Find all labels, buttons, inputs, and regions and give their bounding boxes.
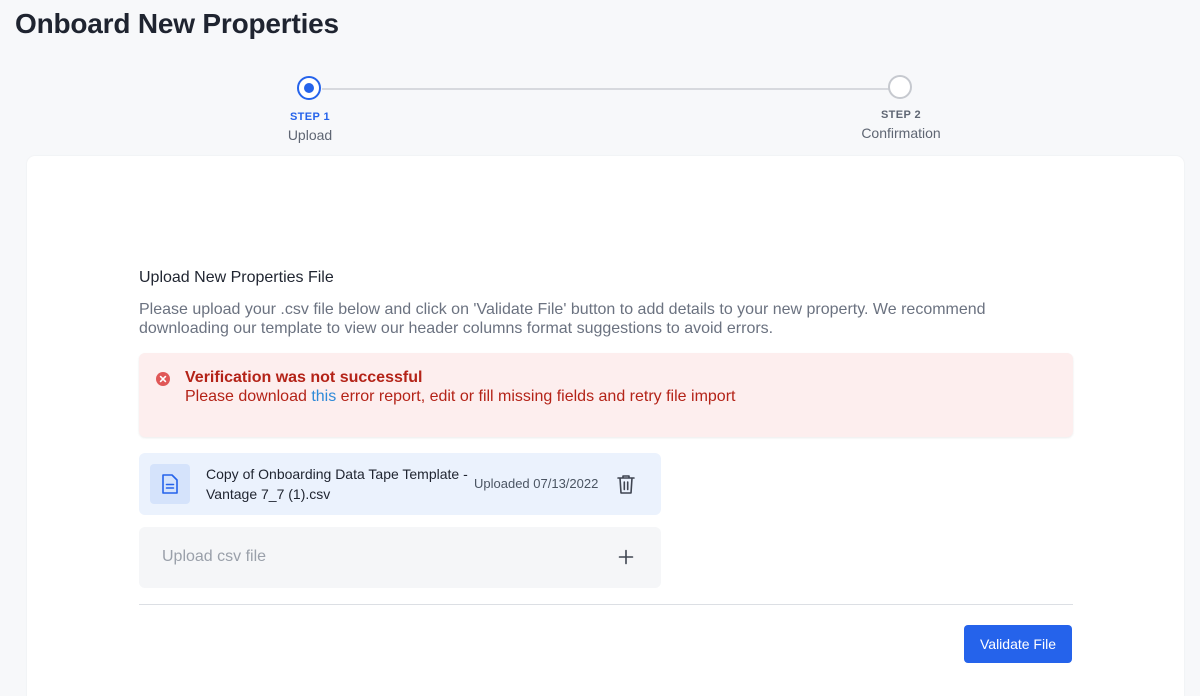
error-report-link[interactable]: this bbox=[311, 388, 336, 405]
alert-message: Please download this error report, edit … bbox=[185, 388, 735, 406]
step-1-label: STEP 1 bbox=[289, 111, 331, 123]
upload-csv-placeholder: Upload csv file bbox=[162, 548, 267, 565]
document-icon bbox=[150, 464, 190, 504]
alert-message-prefix: Please download bbox=[185, 388, 312, 405]
stepper: STEP 1 Upload STEP 2 Confirmation bbox=[0, 0, 1200, 150]
step-1-name: Upload bbox=[287, 127, 333, 143]
section-divider bbox=[139, 604, 1073, 605]
step-2-indicator[interactable] bbox=[888, 75, 912, 99]
step-1-indicator[interactable] bbox=[297, 76, 321, 100]
uploaded-file-item: Copy of Onboarding Data Tape Template - … bbox=[139, 453, 661, 515]
file-upload-date: Uploaded 07/13/2022 bbox=[474, 476, 599, 491]
step-2-label: STEP 2 bbox=[880, 109, 922, 121]
validate-file-button[interactable]: Validate File bbox=[964, 625, 1072, 663]
trash-icon[interactable] bbox=[616, 473, 636, 495]
upload-section-description: Please upload your .csv file below and c… bbox=[139, 301, 986, 337]
plus-icon[interactable] bbox=[618, 549, 634, 565]
stepper-connector bbox=[322, 88, 889, 90]
step-active-dot bbox=[304, 83, 314, 93]
alert-message-suffix: error report, edit or fill missing field… bbox=[336, 388, 736, 405]
error-circle-icon bbox=[156, 372, 170, 386]
upload-csv-field[interactable]: Upload csv file bbox=[139, 527, 661, 588]
step-2-name: Confirmation bbox=[861, 125, 941, 141]
file-name: Copy of Onboarding Data Tape Template - … bbox=[206, 466, 468, 502]
alert-title: Verification was not successful bbox=[185, 369, 423, 386]
upload-section-title: Upload New Properties File bbox=[139, 269, 334, 286]
error-alert: Verification was not successful Please d… bbox=[139, 353, 1073, 437]
